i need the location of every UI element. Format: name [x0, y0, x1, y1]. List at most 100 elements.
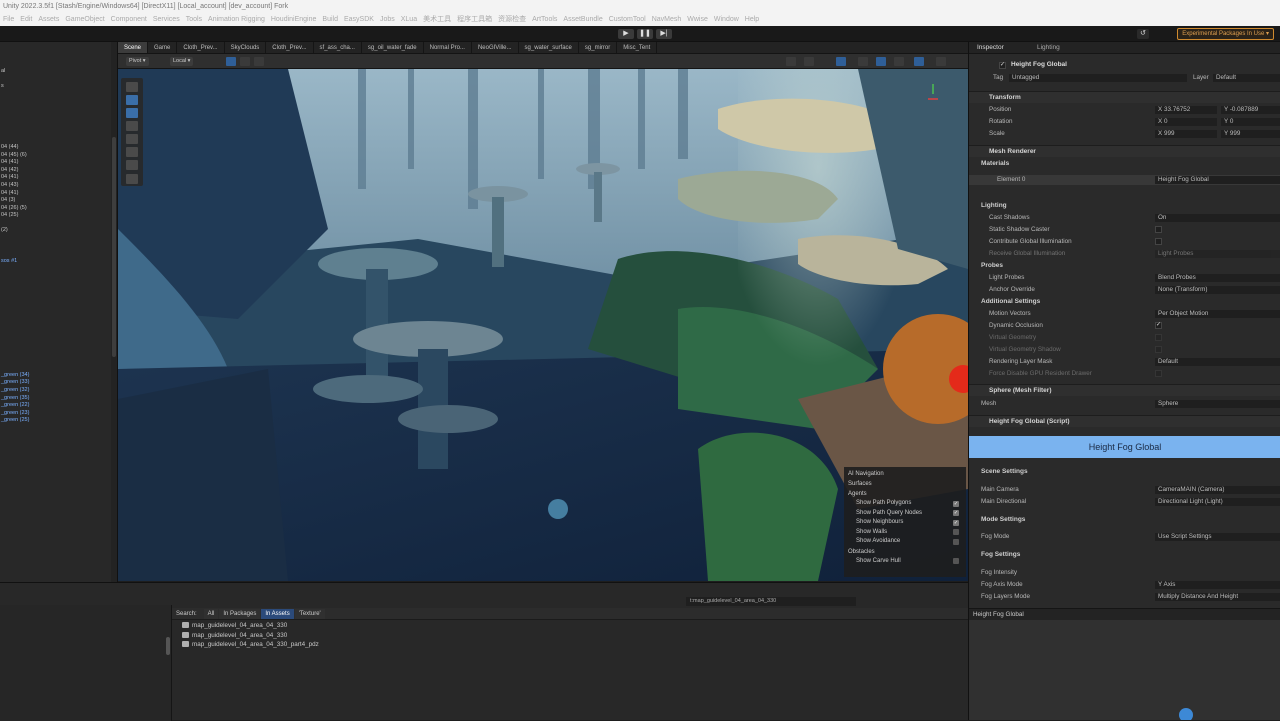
- hierarchy-row[interactable]: [0, 486, 110, 494]
- hierarchy-row[interactable]: [0, 265, 110, 273]
- scene-tab-9[interactable]: sg_water_surface: [519, 42, 579, 53]
- ai-nav-option-checkbox[interactable]: ✓: [953, 500, 959, 507]
- hierarchy-row[interactable]: [0, 220, 110, 228]
- hierarchy-row[interactable]: [0, 326, 110, 334]
- hierarchy-row[interactable]: 04 (42): [0, 167, 110, 175]
- preview-header[interactable]: Height Fog Global: [969, 608, 1280, 620]
- hierarchy-row[interactable]: [0, 478, 110, 486]
- hierarchy-row[interactable]: s: [0, 83, 110, 91]
- hierarchy-row[interactable]: [0, 250, 110, 258]
- hierarchy-row[interactable]: [0, 121, 110, 129]
- local-toggle[interactable]: Local ▾: [170, 57, 194, 66]
- hierarchy-row[interactable]: sos #1: [0, 258, 110, 266]
- ai-nav-surfaces[interactable]: Surfaces: [848, 479, 962, 489]
- hierarchy-row[interactable]: [0, 470, 110, 478]
- scale-x-field[interactable]: X 999: [1155, 130, 1217, 138]
- hierarchy-row[interactable]: [0, 311, 110, 319]
- hierarchy-row[interactable]: [0, 554, 110, 562]
- hierarchy-row[interactable]: [0, 273, 110, 281]
- step-button[interactable]: ▶|: [656, 29, 672, 39]
- gizmos-icon[interactable]: [936, 57, 946, 66]
- hierarchy-row[interactable]: 04 (26) (5): [0, 205, 110, 213]
- hierarchy-row[interactable]: [0, 546, 110, 554]
- hierarchy-row[interactable]: [0, 349, 110, 357]
- hierarchy-row[interactable]: [0, 448, 110, 456]
- hierarchy-row[interactable]: [0, 493, 110, 501]
- hierarchy-row[interactable]: 04 (3): [0, 197, 110, 205]
- pivot-toggle[interactable]: Pivot ▾: [126, 57, 149, 66]
- hierarchy-row[interactable]: [0, 569, 110, 577]
- menu-item-10[interactable]: EasySDK: [344, 16, 374, 23]
- hierarchy-row[interactable]: (2): [0, 227, 110, 235]
- hierarchy-row[interactable]: [0, 296, 110, 304]
- experimental-packages-badge[interactable]: Experimental Packages In Use ▾: [1177, 28, 1274, 40]
- ai-nav-carve-hull[interactable]: Show Carve Hull: [848, 557, 962, 567]
- main-directional-field[interactable]: Directional Light (Light): [1155, 498, 1280, 506]
- hidden-objects-icon[interactable]: [894, 57, 904, 66]
- carve-hull-checkbox[interactable]: [953, 558, 959, 564]
- ai-nav-option-checkbox[interactable]: [953, 538, 959, 545]
- hierarchy-row[interactable]: [0, 440, 110, 448]
- hierarchy-row[interactable]: _green (33): [0, 379, 110, 387]
- height-fog-global-button[interactable]: Height Fog Global: [969, 436, 1280, 458]
- hierarchy-row[interactable]: [0, 334, 110, 342]
- project-filter-icons[interactable]: [870, 597, 960, 606]
- anchor-override-field[interactable]: None (Transform): [1155, 286, 1280, 294]
- ai-nav-option-checkbox[interactable]: [953, 529, 959, 535]
- hierarchy-row[interactable]: _green (22): [0, 402, 110, 410]
- element0-field[interactable]: Height Fog Global: [1155, 176, 1280, 184]
- object-name-field[interactable]: Height Fog Global: [1011, 61, 1067, 68]
- fog-layers-mode-dropdown[interactable]: Multiply Distance And Height: [1155, 593, 1280, 601]
- hierarchy-row[interactable]: [0, 425, 110, 433]
- hierarchy-row[interactable]: [0, 114, 110, 122]
- audio-toggle-icon[interactable]: [858, 57, 868, 66]
- hierarchy-row[interactable]: [0, 91, 110, 99]
- menu-item-3[interactable]: GameObject: [65, 16, 104, 23]
- ai-nav-option[interactable]: Show Avoidance: [848, 537, 962, 547]
- hierarchy-row[interactable]: [0, 433, 110, 441]
- hierarchy-row[interactable]: _green (34): [0, 372, 110, 380]
- menu-item-19[interactable]: NavMesh: [652, 16, 682, 23]
- hierarchy-row[interactable]: [0, 364, 110, 372]
- menu-item-13[interactable]: 美术工具: [423, 16, 451, 23]
- hierarchy-row[interactable]: [0, 516, 110, 524]
- scene-tab-2[interactable]: Cloth_Prev...: [177, 42, 225, 53]
- hierarchy-row[interactable]: _green (25): [0, 417, 110, 425]
- project-file-item[interactable]: map_guidelevel_04_area_04_330_part4_pdz: [182, 640, 319, 649]
- hierarchy-row[interactable]: _green (23): [0, 410, 110, 418]
- scene-camera-icon[interactable]: [914, 57, 924, 66]
- position-x-field[interactable]: X 33.76752: [1155, 106, 1217, 114]
- additional-settings-foldout[interactable]: Additional Settings: [981, 297, 1040, 307]
- folder-tree-scroll-thumb[interactable]: [166, 637, 170, 655]
- hierarchy-scrollbar[interactable]: [111, 42, 117, 582]
- ai-nav-obstacles[interactable]: Obstacles: [848, 547, 962, 557]
- motion-vectors-dropdown[interactable]: Per Object Motion: [1155, 310, 1280, 318]
- tag-dropdown[interactable]: Untagged: [1009, 74, 1187, 82]
- hierarchy-row[interactable]: 04 (45) (6): [0, 152, 110, 160]
- ai-nav-option[interactable]: Show Path Polygons ✓: [848, 499, 962, 509]
- rendering-layer-mask-dropdown[interactable]: Default: [1155, 358, 1280, 366]
- scene-viewport[interactable]: AI Navigation Surfaces Agents Show Path …: [118, 69, 968, 581]
- hierarchy-row[interactable]: [0, 562, 110, 570]
- scale-tool-icon[interactable]: [126, 134, 138, 144]
- project-filter-chip[interactable]: In Packages: [219, 609, 261, 619]
- tab-inspector[interactable]: Inspector: [977, 42, 1004, 54]
- 2d-toggle-icon[interactable]: [804, 57, 814, 66]
- menu-item-7[interactable]: Animation Rigging: [208, 16, 265, 23]
- lighting-toggle-icon[interactable]: [836, 57, 846, 66]
- snap-increment-icon[interactable]: [254, 57, 264, 66]
- hierarchy-row[interactable]: 04 (41): [0, 190, 110, 198]
- scene-tab-11[interactable]: Misc_Tent: [617, 42, 658, 53]
- draw-mode-icon[interactable]: [786, 57, 796, 66]
- menu-item-17[interactable]: AssetBundle: [563, 16, 602, 23]
- menu-item-15[interactable]: 资源检查: [498, 16, 526, 23]
- hierarchy-row[interactable]: 04 (44): [0, 144, 110, 152]
- hierarchy-row[interactable]: 04 (41): [0, 174, 110, 182]
- static-caster-checkbox[interactable]: [1155, 226, 1162, 233]
- menu-item-18[interactable]: CustomTool: [609, 16, 646, 23]
- menu-item-8[interactable]: HoudiniEngine: [271, 16, 317, 23]
- project-filter-chip[interactable]: All: [203, 609, 219, 619]
- object-active-checkbox[interactable]: ✓: [999, 62, 1006, 69]
- hierarchy-row[interactable]: [0, 235, 110, 243]
- rotation-y-field[interactable]: Y 0: [1221, 118, 1280, 126]
